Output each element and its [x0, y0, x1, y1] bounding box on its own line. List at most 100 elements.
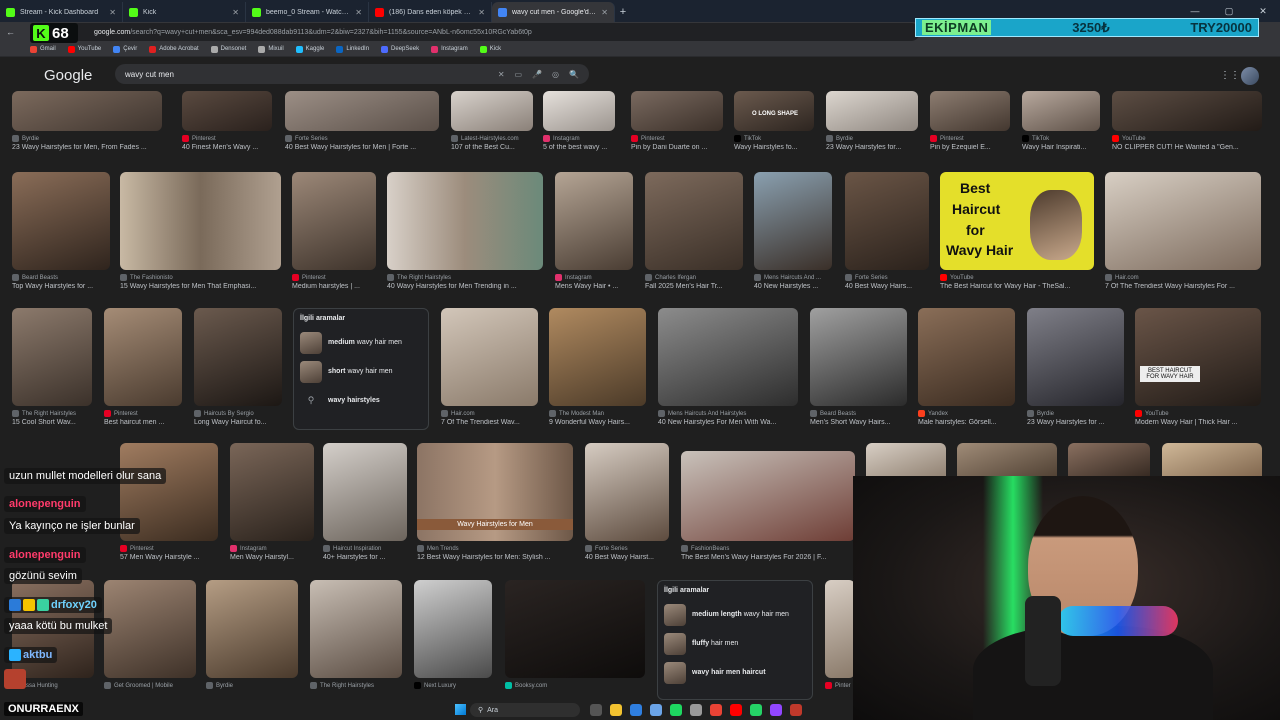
result-image[interactable] [120, 172, 281, 270]
result-card[interactable]: Beard Beasts Top Wavy Hairstyles for ... [12, 172, 110, 290]
result-card[interactable]: Latest-Hairstyles.com 107 of the Best Cu.… [451, 91, 533, 151]
result-card[interactable]: Byrdie 23 Wavy Hairstyles for ... [1027, 308, 1124, 426]
result-image[interactable] [451, 91, 533, 131]
result-caption[interactable]: Top Wavy Hairstyles for ... [12, 283, 110, 290]
result-card[interactable]: The Right Hairstyles 15 Cool Short Wav... [12, 308, 92, 426]
result-card[interactable]: Pinter [825, 580, 855, 689]
edge-icon[interactable] [630, 704, 642, 716]
related-search-item[interactable]: medium wavy hair men [300, 328, 422, 357]
result-card[interactable]: Next Luxury [414, 580, 492, 689]
bookmark-translate[interactable]: Çevir [113, 45, 137, 53]
google-logo[interactable]: Google [44, 67, 92, 84]
result-image[interactable] [1022, 91, 1100, 131]
result-card[interactable]: The Modest Man 9 Wonderful Wavy Hairs... [549, 308, 646, 426]
result-card[interactable]: Mens Haircuts And ... 40 New Hairstyles .… [754, 172, 832, 290]
result-image[interactable] [194, 308, 282, 406]
lens-icon[interactable]: ◎ [552, 70, 559, 79]
result-caption[interactable]: 107 of the Best Cu... [451, 144, 533, 151]
address-bar[interactable]: google.com/search?q=wavy+cut+men&sca_esv… [30, 23, 920, 41]
result-image[interactable] [825, 580, 855, 678]
bookmark-instagram[interactable]: Instagram [431, 45, 468, 53]
result-caption[interactable]: Men's Short Wavy Hairs... [810, 419, 907, 426]
bookmark-kick[interactable]: Kick [479, 45, 501, 53]
result-image[interactable] [631, 91, 723, 131]
close-icon[interactable]: ✕ [232, 8, 239, 17]
result-image[interactable] [104, 308, 182, 406]
result-card[interactable]: O LONG SHAPE TikTok Wavy Hairstyles fo... [734, 91, 814, 151]
result-card[interactable]: FashionBeans The Best Men's Wavy Hairstyl… [681, 451, 855, 561]
search-input[interactable]: wavy cut men [125, 70, 488, 79]
result-image[interactable] [387, 172, 543, 270]
result-caption[interactable]: Medium hairstyles | ... [292, 283, 376, 290]
result-card[interactable]: Haircut Inspiration 40+ Hairstyles for ..… [323, 443, 407, 561]
result-image[interactable] [930, 91, 1010, 131]
result-card[interactable]: Forte Series 40 Best Wavy Hairs... [845, 172, 929, 290]
result-image[interactable] [1027, 308, 1124, 406]
result-caption[interactable]: The Best Haircut for Wavy Hair - TheSal.… [940, 283, 1094, 290]
result-caption[interactable]: Modern Wavy Hair | Thick Hair ... [1135, 419, 1261, 426]
result-image[interactable] [754, 172, 832, 270]
result-image[interactable] [585, 443, 669, 541]
result-image[interactable] [441, 308, 538, 406]
close-icon[interactable]: ✕ [355, 8, 362, 17]
microphone-icon[interactable]: 🎤 [532, 70, 542, 79]
result-card[interactable]: Best Haircut for Wavy Hair YouTube The Be… [940, 172, 1094, 290]
bookmark-deepseek[interactable]: DeepSeek [381, 45, 419, 53]
task-view-icon[interactable] [590, 704, 602, 716]
result-caption[interactable]: Wavy Hairstyles fo... [734, 144, 814, 151]
result-caption[interactable]: 40 New Hairstyles ... [754, 283, 832, 290]
explorer-icon[interactable] [610, 704, 622, 716]
youtube-icon[interactable] [730, 704, 742, 716]
result-card[interactable]: Instagram 5 of the best wavy ... [543, 91, 615, 151]
result-caption[interactable]: 40 Best Wavy Hairs... [845, 283, 929, 290]
result-card[interactable]: Hair.com 7 Of The Trendiest Wav... [441, 308, 538, 426]
keyboard-icon[interactable]: ▭ [515, 70, 523, 79]
related-search-item[interactable]: fluffy hair men [664, 629, 806, 658]
related-search-item[interactable]: wavy hair men haircut [664, 658, 806, 687]
related-search-item[interactable]: short wavy hair men [300, 357, 422, 386]
result-caption[interactable]: 40 New Hairstyles For Men With Wa... [658, 419, 798, 426]
result-caption[interactable]: The Best Men's Wavy Hairstyles For 2026 … [681, 554, 855, 561]
result-card[interactable]: Instagram Mens Wavy Hair • ... [555, 172, 633, 290]
result-card[interactable]: Byrdie 23 Wavy Hairstyles for Men, From F… [12, 91, 162, 151]
result-card[interactable]: YouTube NO CLIPPER CUT! He Wanted a "Gen.… [1112, 91, 1262, 151]
result-image[interactable]: Best Haircut for Wavy Hair [940, 172, 1094, 270]
result-caption[interactable]: 40 Finest Men's Wavy ... [182, 144, 272, 151]
bookmark-youtube[interactable]: YouTube [67, 45, 101, 53]
result-caption[interactable]: 40 Best Wavy Hairstyles for Men | Forte … [285, 144, 439, 151]
result-caption[interactable]: 40 Best Wavy Hairst... [585, 554, 669, 561]
result-image[interactable] [1105, 172, 1261, 270]
result-image[interactable] [505, 580, 645, 678]
result-image[interactable] [681, 451, 855, 541]
apps-grid-icon[interactable]: ⋮⋮ [1220, 70, 1240, 81]
result-card[interactable]: Pinterest Best haircut men ... [104, 308, 182, 426]
result-card[interactable]: Byrdie 23 Wavy Hairstyles for... [826, 91, 918, 151]
result-image[interactable] [182, 91, 272, 131]
result-image[interactable] [826, 91, 918, 131]
bookmark-densonet[interactable]: Densonet [210, 45, 246, 53]
bookmark-mixuil[interactable]: Mixuil [258, 45, 284, 53]
obs-icon[interactable] [790, 704, 802, 716]
result-image[interactable] [810, 308, 907, 406]
result-caption[interactable]: 23 Wavy Hairstyles for... [826, 144, 918, 151]
result-card[interactable]: Forte Series 40 Best Wavy Hairst... [585, 443, 669, 561]
result-card[interactable]: Pinterest Pin by Dani Duarte on ... [631, 91, 723, 151]
result-caption[interactable]: 9 Wonderful Wavy Hairs... [549, 419, 646, 426]
result-caption[interactable]: 5 of the best wavy ... [543, 144, 615, 151]
close-icon[interactable]: ✕ [478, 8, 485, 17]
result-caption[interactable]: NO CLIPPER CUT! He Wanted a "Gen... [1112, 144, 1262, 151]
result-card[interactable]: Pinterest Pin by Ezequiel E... [930, 91, 1010, 151]
search-box[interactable]: wavy cut men ✕ ▭ 🎤 ◎ 🔍 [115, 64, 589, 84]
result-caption[interactable]: 12 Best Wavy Hairstyles for Men: Stylish… [417, 554, 573, 561]
back-icon[interactable]: ← [6, 27, 15, 37]
result-card[interactable]: Haircuts By Sergio Long Wavy Haircut fo..… [194, 308, 282, 426]
result-image[interactable] [918, 308, 1015, 406]
result-card[interactable]: Hair.com 7 Of The Trendiest Wavy Hairstyl… [1105, 172, 1261, 290]
tab-kick-dashboard[interactable]: Stream - Kick Dashboard ✕ [0, 2, 123, 22]
result-caption[interactable]: Best haircut men ... [104, 419, 182, 426]
result-caption[interactable]: 15 Cool Short Wav... [12, 419, 92, 426]
settings-icon[interactable] [690, 704, 702, 716]
bookmark-linkedin[interactable]: LinkedIn [336, 45, 369, 53]
result-caption[interactable]: Wavy Hair Inspirati... [1022, 144, 1100, 151]
bookmark-gmail[interactable]: Gmail [30, 45, 56, 53]
